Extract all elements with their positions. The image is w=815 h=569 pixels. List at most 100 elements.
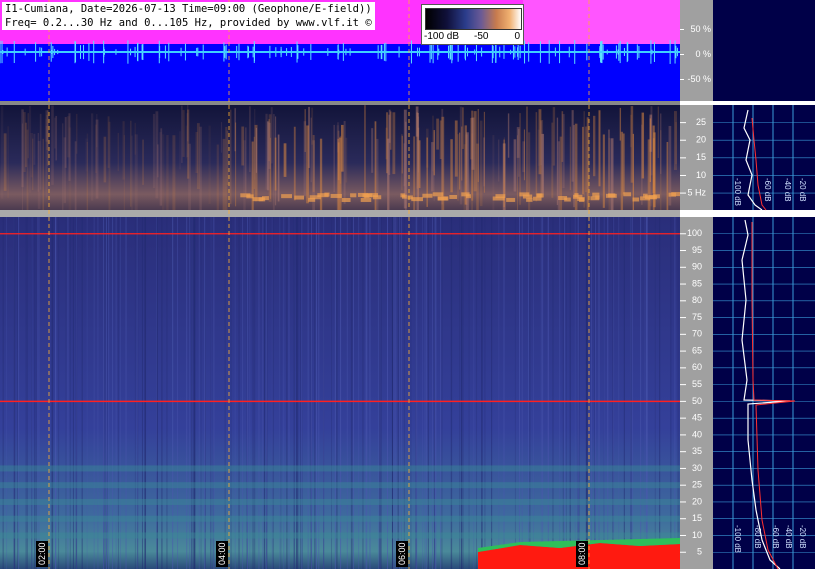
header-frequency-line: Freq= 0.2...30 Hz and 0...105 Hz, provid… <box>2 16 375 30</box>
spectrogram-low-streak <box>340 124 344 172</box>
spectrogram-low-streak <box>208 125 211 205</box>
spectrogram-low-streak <box>91 113 94 201</box>
spectrogram-low-streak <box>266 121 270 191</box>
colorbar-label-mid: -50 <box>474 31 489 42</box>
spectrogram-low-streak <box>433 130 435 176</box>
axis-tick-label: 5 <box>697 547 702 557</box>
spectrogram-low-blob <box>407 195 413 200</box>
spectrogram-low-streak <box>62 123 64 213</box>
spectrogram-low-streak <box>387 138 390 212</box>
axis-tick-label: -50 % <box>687 74 711 84</box>
spectrogram-low-streak <box>33 133 36 165</box>
spectrogram-low-streak <box>185 125 188 159</box>
spectrogram-low-blob <box>640 196 651 201</box>
spectrogram-low-streak <box>462 107 464 149</box>
spectrogram-low-streak <box>216 144 219 216</box>
spectrum-db-label: -100 dB <box>733 178 742 206</box>
spectrogram-low-streak <box>401 135 403 174</box>
spectrogram-low-blob <box>574 193 579 198</box>
spectrogram-low-streak <box>571 110 574 182</box>
spectrogram-low-streak <box>610 138 614 214</box>
spectrogram-low-blob <box>372 195 382 200</box>
spectrogram-low-streak <box>253 136 256 190</box>
spectrum-db-label: -60 dB <box>771 525 780 549</box>
spectrogram-low-blob <box>632 197 640 202</box>
spectrogram-low-blob <box>590 196 600 201</box>
spectrum-db-label: -40 dB <box>784 525 793 549</box>
colorbar-legend: -100 dB -50 0 <box>421 4 524 45</box>
spectrogram-low-streak <box>403 143 406 187</box>
spectrogram-low-streak <box>23 112 26 172</box>
spectrogram-low-streak <box>235 122 237 207</box>
spectrogram-low-streak <box>21 123 23 216</box>
spectrogram-low-streak <box>562 114 565 189</box>
spectrogram-low-streak <box>293 126 296 201</box>
spectrogram-low-blob <box>400 193 406 198</box>
spectrogram-low-streak <box>518 128 520 177</box>
spectrogram-low-streak <box>196 123 200 190</box>
spectrogram-low-blob <box>526 197 533 202</box>
spectrogram-low-streak <box>415 106 419 137</box>
spectrogram-low-streak <box>630 106 634 183</box>
axis-tick-label: 70 <box>692 329 702 339</box>
spectrogram-low-streak <box>229 109 232 205</box>
spectrogram-low-streak <box>134 122 136 155</box>
spectrogram-low-streak <box>673 111 677 170</box>
spectrogram-low-streak <box>277 134 280 202</box>
spectrogram-low-blob <box>330 193 342 198</box>
spectrogram-low-blob <box>324 192 330 197</box>
spectrogram-low-streak <box>182 110 185 157</box>
spectrogram-low-blob <box>668 192 677 197</box>
axis-tick-label: 15 <box>696 152 706 162</box>
spectrogram-high-band <box>0 482 680 489</box>
spectrogram-low-streak <box>103 136 107 183</box>
axis-tick-label: 45 <box>692 413 702 423</box>
spectrogram-low-blob <box>294 195 305 200</box>
spectrogram-high-band <box>0 532 680 539</box>
spectrum-empty-panel <box>713 0 815 101</box>
spectrogram-low-blob <box>261 196 269 201</box>
spectrogram-low-streak <box>7 126 9 198</box>
spectrum-db-label: -20 dB <box>798 525 807 549</box>
spectrogram-low-streak <box>51 105 54 185</box>
spectrogram-low-streak <box>245 127 247 194</box>
spectrogram-low-blob <box>506 197 516 202</box>
spectrogram-low-blob <box>449 194 458 199</box>
spectrogram-low-blob <box>281 194 292 199</box>
spectrogram-low-streak <box>74 141 77 213</box>
axis-tick-label: 35 <box>692 446 702 456</box>
spectrogram-low-streak <box>68 113 71 181</box>
spectrogram-low-streak <box>551 122 554 198</box>
spectrogram-low-streak <box>30 132 34 178</box>
spectrum-high-panel <box>713 217 815 569</box>
spectrogram-low-blob <box>537 193 542 198</box>
spectrogram-low-streak <box>431 142 434 192</box>
spectrogram-low-streak <box>3 133 7 191</box>
spectrogram-canvas: 50 %0 %-50 %252015105 Hz1009590858075706… <box>0 0 815 569</box>
spectrogram-low-streak <box>608 137 610 217</box>
spectrogram-low-streak <box>181 105 183 163</box>
spectrogram-low-blob <box>308 197 316 202</box>
spectrogram-low-streak <box>0 105 4 199</box>
axis-tick-label: 25 <box>696 117 706 127</box>
spectrogram-low-blob <box>360 197 372 202</box>
spectrogram-low-streak <box>255 127 258 173</box>
spectrogram-low-streak <box>220 122 223 153</box>
spectrogram-low-streak <box>598 110 601 187</box>
spectrogram-low-streak <box>583 111 585 208</box>
spectrogram-low-streak <box>46 114 49 150</box>
spectrogram-low-streak <box>465 132 469 212</box>
spectrogram-low-streak <box>660 113 662 174</box>
time-label: 02:00 <box>36 541 48 567</box>
axis-tick-label: 0 % <box>695 49 711 59</box>
spectrogram-low-streak <box>319 138 323 215</box>
amplitude-envelope-high <box>523 0 680 44</box>
spectrogram-low-blob <box>341 197 351 202</box>
spectrogram-low-streak <box>602 134 605 208</box>
spectrogram-low-streak <box>535 112 538 202</box>
spectrogram-low-streak <box>454 120 458 177</box>
spectrogram-low-streak <box>497 139 500 182</box>
spectrogram-low-streak <box>537 129 541 166</box>
spectrogram-low-blob <box>492 196 505 201</box>
spectrum-db-label: -80 dB <box>753 525 762 549</box>
